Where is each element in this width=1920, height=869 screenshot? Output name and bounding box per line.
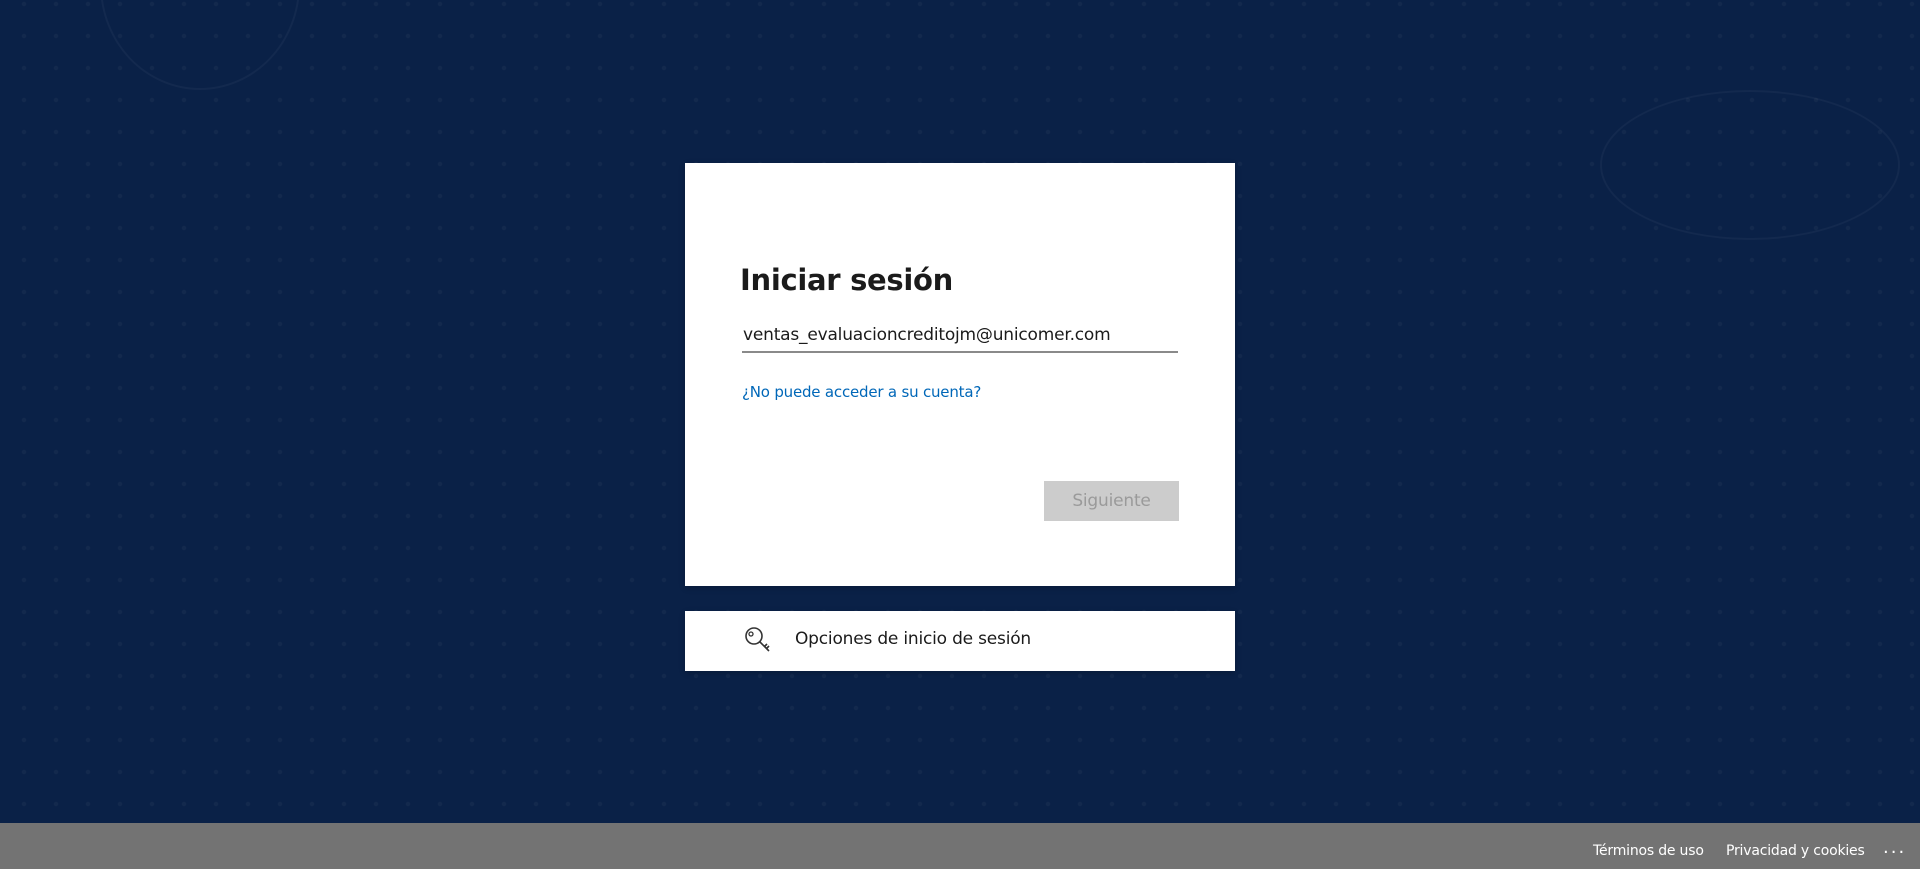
background-decoration <box>100 0 300 90</box>
signin-title: Iniciar sesión <box>740 263 953 297</box>
background-decoration <box>1600 90 1900 240</box>
terms-link[interactable]: Términos de uso <box>1593 843 1704 859</box>
more-options-button[interactable]: ... <box>1883 837 1906 858</box>
footer: Términos de uso Privacidad y cookies ... <box>0 823 1920 869</box>
signin-options-label: Opciones de inicio de sesión <box>795 629 1032 649</box>
signin-options-button[interactable]: Opciones de inicio de sesión <box>685 611 1235 671</box>
signin-card: Iniciar sesión ¿No puede acceder a su cu… <box>685 163 1235 586</box>
email-field[interactable] <box>742 319 1178 353</box>
key-search-icon <box>745 627 770 652</box>
next-button[interactable]: Siguiente <box>1044 481 1179 521</box>
cant-access-link[interactable]: ¿No puede acceder a su cuenta? <box>742 383 981 401</box>
privacy-link[interactable]: Privacidad y cookies <box>1726 843 1865 859</box>
